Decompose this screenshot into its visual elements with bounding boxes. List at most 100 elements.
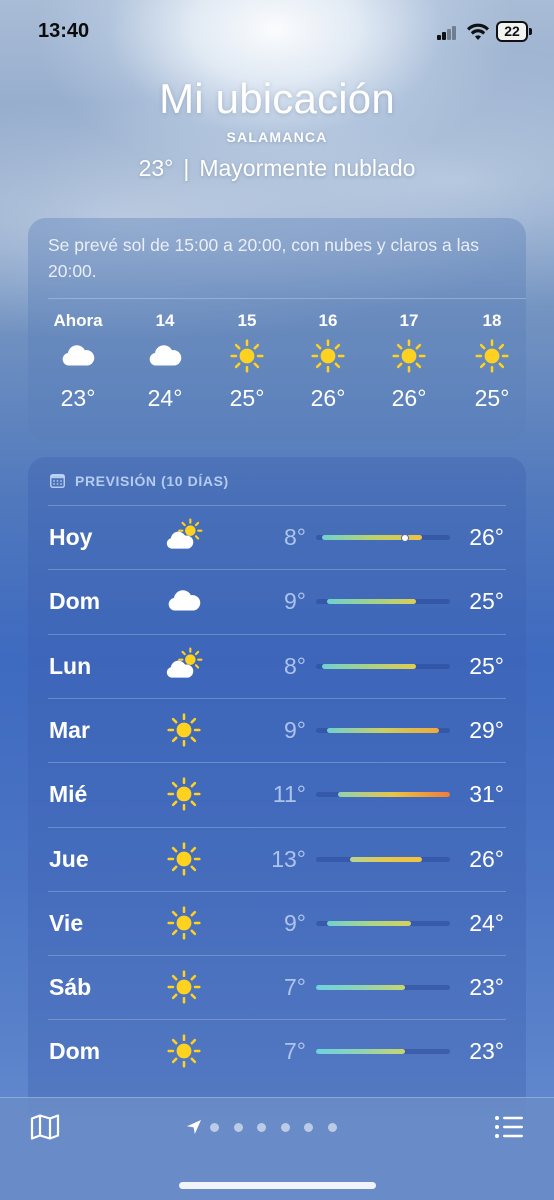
low-temperature: 9° <box>284 588 306 615</box>
divider <box>48 1019 506 1021</box>
page-dot[interactable] <box>304 1122 313 1132</box>
daily-row[interactable]: Lun 8° 25° <box>28 633 526 698</box>
hour-label: 18 <box>482 311 502 330</box>
hour-item: Ahora 23° <box>38 308 118 418</box>
temperature-range-track <box>316 792 450 798</box>
divider <box>48 569 506 571</box>
current-temperature: 23° <box>138 155 174 181</box>
page-dot[interactable] <box>257 1122 266 1132</box>
low-temperature: 7° <box>284 1038 306 1065</box>
daily-forecast-card[interactable]: PREVISIÓN (10 DÍAS) Hoy 8° 26° Dom 9° 25° Lun 8… <box>28 457 526 1117</box>
temperature-range-track <box>316 663 450 669</box>
day-name: Vie <box>49 909 84 936</box>
hourly-summary: Se prevé sol de 15:00 a 20:00, con nubes… <box>48 235 479 281</box>
sun-icon <box>162 827 206 891</box>
daily-row[interactable]: Dom 9° 25° <box>28 569 526 633</box>
temperature-range-track <box>316 727 450 733</box>
temperature-range-bar <box>338 792 450 798</box>
cloud-icon <box>162 569 206 633</box>
sun-icon <box>162 1019 206 1083</box>
high-temperature: 29° <box>469 716 504 743</box>
sun-icon <box>162 698 206 762</box>
temperature-range-track <box>316 599 450 605</box>
partly-cloudy-icon <box>162 634 206 698</box>
cloud-icon <box>38 334 118 378</box>
status-bar: 13:40 22 <box>0 0 554 62</box>
daily-row[interactable]: Mar 9° 29° <box>28 697 526 762</box>
location-arrow-icon <box>187 1120 201 1134</box>
high-temperature: 26° <box>469 524 504 550</box>
page-dot[interactable] <box>233 1122 243 1132</box>
hour-label: 14 <box>155 311 175 330</box>
day-name: Jue <box>49 845 89 872</box>
sun-icon <box>162 762 206 826</box>
hour-label: 16 <box>318 311 338 330</box>
high-temperature: 23° <box>469 974 504 1001</box>
sun-icon <box>288 334 368 378</box>
daily-forecast-header: PREVISIÓN (10 DÍAS) <box>50 471 229 491</box>
city-name: SALAMANCA <box>226 129 328 145</box>
temperature-range-bar <box>321 663 417 669</box>
hour-temperature: 26° <box>391 385 427 411</box>
daily-row[interactable]: Hoy 8° 26° <box>28 505 526 569</box>
day-name: Dom <box>49 1038 101 1065</box>
hourly-forecast-card[interactable]: Se prevé sol de 15:00 a 20:00, con nubes… <box>28 218 526 441</box>
page-indicator[interactable] <box>186 1118 351 1136</box>
hour-label: 15 <box>237 311 257 330</box>
divider <box>48 505 506 506</box>
hour-item: 18 25° <box>452 308 532 418</box>
temperature-range-track <box>316 533 450 542</box>
sun-icon <box>452 334 532 378</box>
map-icon[interactable] <box>30 1114 60 1140</box>
day-name: Mar <box>49 716 90 743</box>
hour-item: 17 26° <box>369 308 449 418</box>
high-temperature: 24° <box>469 909 504 936</box>
divider <box>48 890 506 892</box>
daily-row[interactable]: Mié 11° 31° <box>28 762 526 826</box>
hour-item: 15 25° <box>207 308 287 418</box>
daily-row[interactable]: Dom 7° 23° <box>28 1019 526 1083</box>
daily-row[interactable]: Sáb 7° 23° <box>28 955 526 1019</box>
high-temperature: 31° <box>469 781 504 808</box>
hour-item: 16 26° <box>288 308 368 418</box>
high-temperature: 23° <box>469 1038 504 1065</box>
sun-icon <box>369 334 449 378</box>
hour-label: Ahora <box>53 311 103 330</box>
daily-forecast-title: PREVISIÓN (10 DÍAS) <box>75 473 229 489</box>
calendar-icon <box>50 474 65 488</box>
low-temperature: 11° <box>272 781 306 808</box>
current-conditions: 23° | Mayormente nublado <box>0 155 554 182</box>
home-indicator[interactable] <box>179 1182 376 1189</box>
low-temperature: 8° <box>284 652 306 679</box>
list-icon[interactable] <box>494 1115 524 1139</box>
hour-temperature: 25° <box>229 385 265 411</box>
day-name: Sáb <box>49 974 92 1001</box>
high-temperature: 26° <box>469 845 504 872</box>
current-temperature-marker <box>401 533 410 542</box>
cellular-signal-icon <box>437 26 457 40</box>
divider <box>48 298 526 299</box>
day-name: Mié <box>49 781 88 808</box>
divider <box>48 633 506 635</box>
page-dot[interactable] <box>327 1122 337 1132</box>
low-temperature: 13° <box>271 845 306 872</box>
temperature-range-track <box>316 856 450 862</box>
sun-icon <box>162 955 206 1019</box>
current-condition: Mayormente nublado <box>199 155 416 181</box>
high-temperature: 25° <box>469 588 504 615</box>
partly-cloudy-icon <box>162 505 206 569</box>
page-dot[interactable] <box>280 1122 290 1132</box>
hour-temperature: 24° <box>147 385 183 411</box>
day-name: Dom <box>49 588 101 615</box>
low-temperature: 9° <box>284 716 306 743</box>
hour-temperature: 25° <box>474 385 510 411</box>
high-temperature: 25° <box>469 652 504 679</box>
day-name: Hoy <box>49 524 93 550</box>
day-name: Lun <box>49 652 92 679</box>
daily-row[interactable]: Jue 13° 26° <box>28 826 526 891</box>
separator: | <box>183 155 190 181</box>
wifi-icon <box>467 23 489 40</box>
daily-row[interactable]: Vie 9° 24° <box>28 890 526 955</box>
page-dot[interactable] <box>210 1122 219 1132</box>
temperature-range-track <box>316 985 450 991</box>
